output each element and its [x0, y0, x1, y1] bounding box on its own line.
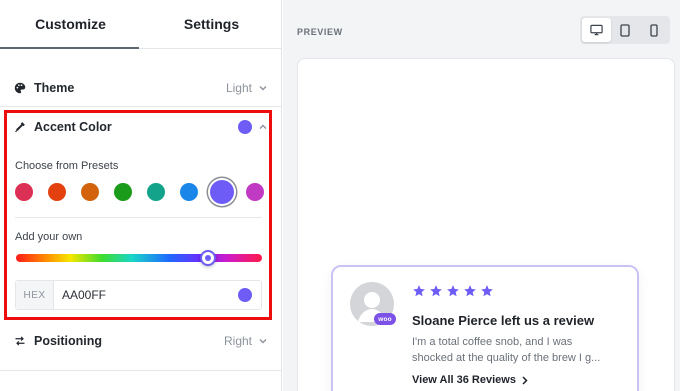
- star-icon: [464, 285, 476, 297]
- divider: [0, 106, 282, 107]
- chevron-down-icon: [259, 339, 267, 344]
- review-body-line: shocked at the quality of the brew I g..…: [412, 352, 601, 364]
- chevron-right-icon: [522, 375, 528, 385]
- hex-label: HEX: [16, 281, 54, 309]
- tablet-icon: [620, 23, 630, 37]
- mobile-view-button[interactable]: [639, 18, 668, 42]
- accent-color-row[interactable]: Accent Color: [0, 112, 282, 142]
- star-icon: [481, 285, 493, 297]
- desktop-icon: [590, 24, 603, 36]
- custom-color-label: Add your own: [15, 231, 83, 243]
- color-swatch[interactable]: [81, 183, 99, 201]
- chevron-down-icon: [259, 86, 267, 91]
- positioning-label: Positioning: [34, 334, 103, 348]
- desktop-view-button[interactable]: [582, 18, 611, 42]
- color-swatch[interactable]: [48, 183, 66, 201]
- theme-row[interactable]: Theme Light: [0, 72, 282, 104]
- star-icon: [447, 285, 459, 297]
- divider: [0, 370, 282, 371]
- hue-slider-handle[interactable]: [199, 250, 216, 266]
- review-body: I'm a total coffee snob, and I was shock…: [412, 334, 622, 366]
- woo-badge: woo: [374, 313, 396, 325]
- hex-input[interactable]: [54, 281, 238, 309]
- divider: [15, 217, 262, 218]
- positioning-row[interactable]: Positioning Right: [0, 326, 282, 356]
- accent-label: Accent Color: [34, 120, 112, 134]
- positioning-select[interactable]: Right: [224, 334, 268, 348]
- color-swatch[interactable]: [246, 183, 264, 201]
- tab-customize[interactable]: Customize: [0, 0, 141, 49]
- color-swatch[interactable]: [210, 180, 234, 204]
- preview-label: PREVIEW: [297, 27, 343, 37]
- eyedropper-icon: [15, 122, 25, 133]
- view-all-reviews-link[interactable]: View All 36 Reviews: [412, 374, 528, 386]
- theme-label: Theme: [34, 81, 75, 95]
- star-rating: [412, 284, 494, 298]
- accent-color-dot: [238, 120, 252, 134]
- color-swatch[interactable]: [180, 183, 198, 201]
- arrows-swap-icon: [15, 336, 25, 346]
- view-all-reviews-label: View All 36 Reviews: [412, 374, 516, 386]
- chevron-up-icon: [259, 124, 267, 129]
- device-switcher: [580, 16, 670, 44]
- theme-title: Theme: [14, 81, 74, 95]
- star-icon: [413, 285, 425, 297]
- review-body-line: I'm a total coffee snob, and I was: [412, 336, 573, 348]
- tablet-view-button[interactable]: [611, 18, 640, 42]
- hex-color-dot: [238, 288, 252, 302]
- accent-title: Accent Color: [14, 120, 112, 134]
- theme-select[interactable]: Light: [226, 81, 268, 95]
- review-title: Sloane Pierce left us a review: [412, 313, 595, 328]
- theme-value: Light: [225, 81, 252, 95]
- star-icon: [430, 285, 442, 297]
- positioning-value: Right: [223, 334, 252, 348]
- color-swatch[interactable]: [147, 183, 165, 201]
- color-swatch[interactable]: [114, 183, 132, 201]
- sidebar-tabs: Customize Settings: [0, 0, 282, 49]
- tab-settings[interactable]: Settings: [141, 0, 282, 48]
- palette-icon: [14, 82, 26, 94]
- positioning-title: Positioning: [14, 334, 102, 348]
- mobile-icon: [650, 23, 658, 37]
- preset-swatches: [14, 180, 264, 204]
- hex-field: HEX: [15, 280, 262, 310]
- presets-label: Choose from Presets: [15, 160, 119, 172]
- accent-toggle[interactable]: [238, 120, 268, 134]
- color-swatch[interactable]: [15, 183, 33, 201]
- hue-slider-track[interactable]: [16, 254, 262, 262]
